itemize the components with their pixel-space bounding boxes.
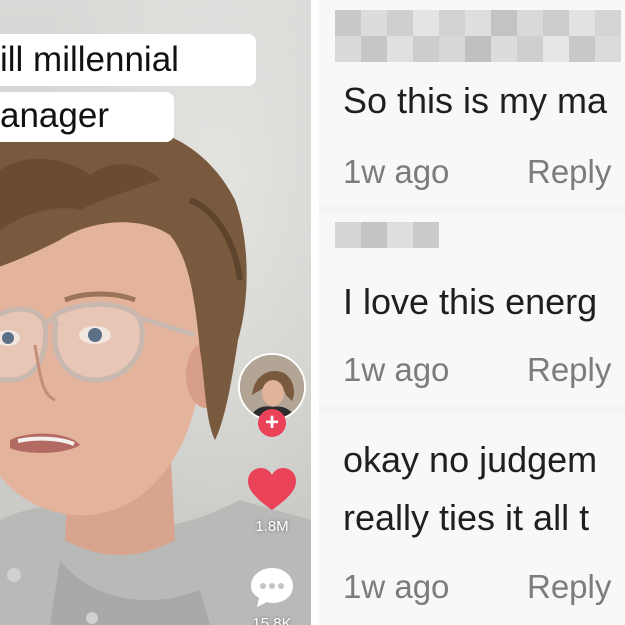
comment-item: So this is my ma 1w ago Reply <box>319 0 625 205</box>
blurred-username <box>335 222 439 248</box>
reply-button[interactable]: Reply <box>527 351 611 389</box>
video-caption-line-2: anager <box>0 92 174 142</box>
comment-text: I love this energ <box>343 281 598 322</box>
video-panel[interactable]: ill millennial anager + 1.8M 15.8K <box>0 0 311 625</box>
comment-timestamp: 1w ago <box>343 153 450 190</box>
comment-timestamp: 1w ago <box>343 351 450 388</box>
comment-bubble-icon[interactable] <box>249 566 295 608</box>
follow-plus-icon[interactable]: + <box>258 409 286 437</box>
comment-item: okay no judgem really ties it all t 1w a… <box>319 413 625 625</box>
heart-icon[interactable] <box>248 468 296 512</box>
comment-timestamp: 1w ago <box>343 568 450 605</box>
comments-panel: So this is my ma 1w ago Reply I love thi… <box>319 0 625 625</box>
video-caption-line-1: ill millennial <box>0 34 256 86</box>
reply-button[interactable]: Reply <box>527 568 611 606</box>
comment-count: 15.8K <box>252 615 292 625</box>
comment-text-line-1: okay no judgem <box>343 439 598 480</box>
blurred-username-row-2 <box>335 36 621 62</box>
reply-button[interactable]: Reply <box>527 153 611 191</box>
comment-text: So this is my ma <box>343 80 608 121</box>
comment-text-line-2: really ties it all t <box>343 497 590 538</box>
blurred-username <box>335 10 621 36</box>
comment-item: I love this energ 1w ago Reply <box>319 213 625 405</box>
like-count: 1.8M <box>255 518 289 535</box>
panel-divider <box>311 0 319 625</box>
